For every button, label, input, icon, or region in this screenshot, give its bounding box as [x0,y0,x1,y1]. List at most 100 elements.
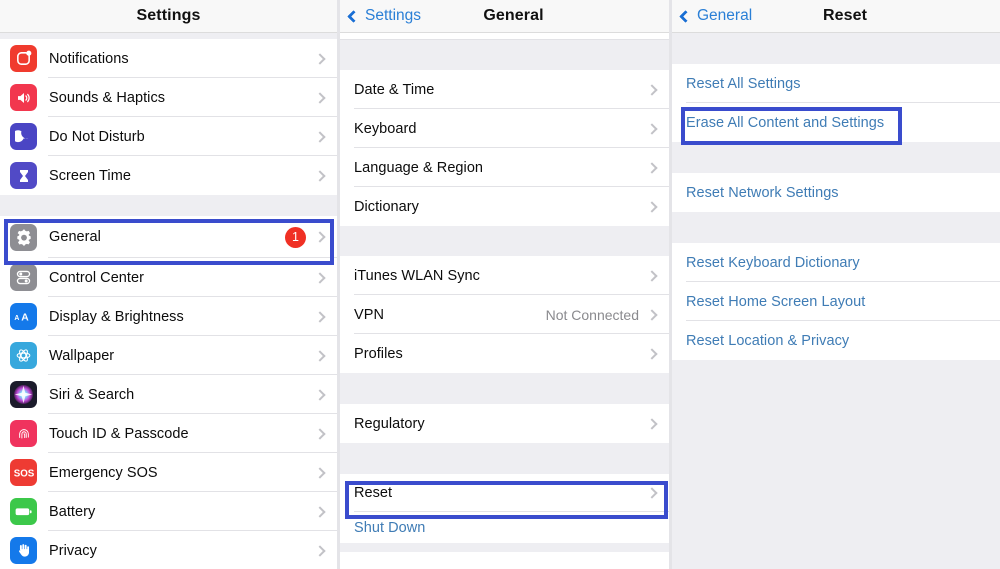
group-spacer [672,212,1000,243]
sidebar-item-siri-search[interactable]: Siri & Search [0,375,337,414]
sidebar-item-label: Sounds & Haptics [49,89,166,106]
sidebar-item-label: General [49,229,101,245]
chevron-right-icon [314,466,326,479]
chevron-right-icon [314,271,326,284]
group-spacer [340,226,669,256]
row-label: Date & Time [354,81,435,98]
siri-icon [10,381,37,408]
general-group-3: Regulatory [340,404,669,443]
general-item-keyboard[interactable]: Keyboard [340,109,669,148]
back-to-general-button[interactable]: General [679,7,753,25]
chevron-right-icon [314,310,326,323]
chevron-right-icon [646,308,658,321]
sidebar-item-screen-time[interactable]: Screen Time [0,156,337,195]
general-item-profiles[interactable]: Profiles [340,334,669,373]
notifications-icon [10,45,37,72]
reset-item-reset-keyboard-dictionary[interactable]: Reset Keyboard Dictionary [672,243,1000,282]
back-to-settings-button[interactable]: Settings [347,7,422,25]
general-group-1: Date & Time Keyboard Language & Region D… [340,70,669,226]
bottom-strip [672,360,1000,569]
back-label: General [697,7,753,24]
row-label: Profiles [354,345,403,362]
reset-item-reset-location-privacy[interactable]: Reset Location & Privacy [672,321,1000,360]
chevron-right-icon [646,347,658,360]
page-title: Settings [136,7,201,24]
general-item-itunes-wlan-sync[interactable]: iTunes WLAN Sync [340,256,669,295]
sidebar-item-notifications[interactable]: Notifications [0,39,337,78]
sidebar-item-sounds-haptics[interactable]: Sounds & Haptics [0,78,337,117]
row-label: VPN [354,306,384,323]
general-item-regulatory[interactable]: Regulatory [340,404,669,443]
row-label: Reset All Settings [686,75,801,92]
general-item-reset[interactable]: Reset [340,474,669,512]
row-label: Reset Location & Privacy [686,332,850,349]
bottom-strip [340,543,669,552]
row-label: Language & Region [354,159,484,176]
chevron-right-icon [314,349,326,362]
chevron-right-icon [314,427,326,440]
row-label: Dictionary [354,198,419,215]
general-item-vpn[interactable]: VPN Not Connected [340,295,669,334]
settings-group-1: Notifications Sounds & Haptics Do Not Di… [0,39,337,195]
chevron-right-icon [646,417,658,430]
sidebar-item-label: Do Not Disturb [49,128,145,145]
row-label: Reset Home Screen Layout [686,293,866,310]
settings-group-2: General 1 Control Center A A Display & B… [0,216,337,569]
row-label: Keyboard [354,120,417,137]
general-item-language-region[interactable]: Language & Region [340,148,669,187]
sidebar-item-general[interactable]: General 1 [0,216,337,258]
reset-group-2: Reset Network Settings [672,173,1000,212]
page-title: Reset [822,7,868,24]
sidebar-item-control-center[interactable]: Control Center [0,258,337,297]
general-item-date-time[interactable]: Date & Time [340,70,669,109]
sidebar-item-do-not-disturb[interactable]: Do Not Disturb [0,117,337,156]
sidebar-item-label: Wallpaper [49,347,115,364]
sidebar-item-label: Emergency SOS [49,464,158,481]
gear-icon [10,223,37,251]
reset-navbar: General Reset [672,0,1000,33]
sidebar-item-emergency-sos[interactable]: SOS Emergency SOS [0,453,337,492]
chevron-right-icon [646,83,658,96]
group-spacer [672,142,1000,173]
chevron-right-icon [646,200,658,213]
sidebar-item-label: Touch ID & Passcode [49,425,189,442]
chevron-right-icon [314,91,326,104]
row-label: Reset Keyboard Dictionary [686,254,860,271]
fingerprint-icon [10,420,37,447]
back-label: Settings [365,7,422,24]
chevron-left-icon [347,9,360,23]
row-label: Erase All Content and Settings [686,114,885,131]
reset-item-reset-network-settings[interactable]: Reset Network Settings [672,173,1000,212]
row-label: Reset Network Settings [686,184,839,201]
svg-text:SOS: SOS [13,468,34,479]
general-item-shut-down[interactable]: Shut Down [340,512,669,543]
group-spacer [0,195,337,216]
vpn-status-value: Not Connected [545,306,639,323]
general-navbar: Settings General [340,0,669,33]
group-spacer [672,33,1000,64]
battery-icon [10,498,37,525]
sidebar-item-battery[interactable]: Battery [0,492,337,531]
sidebar-item-touch-id-passcode[interactable]: Touch ID & Passcode [0,414,337,453]
sidebar-item-wallpaper[interactable]: Wallpaper [0,336,337,375]
sidebar-item-label: Display & Brightness [49,308,184,325]
reset-item-erase-all-content-and-settings[interactable]: Erase All Content and Settings [672,103,1000,142]
sidebar-item-privacy[interactable]: Privacy [0,531,337,569]
sidebar-item-display-brightness[interactable]: A A Display & Brightness [0,297,337,336]
reset-item-reset-all-settings[interactable]: Reset All Settings [672,64,1000,103]
reset-item-reset-home-screen-layout[interactable]: Reset Home Screen Layout [672,282,1000,321]
chevron-right-icon [646,122,658,135]
chevron-right-icon [314,130,326,143]
row-label: iTunes WLAN Sync [354,267,480,284]
sidebar-item-label: Screen Time [49,167,131,184]
chevron-right-icon [314,544,326,557]
general-group-2: iTunes WLAN Sync VPN Not Connected Profi… [340,256,669,373]
group-spacer [340,40,669,70]
chevron-right-icon [646,269,658,282]
chevron-right-icon [314,388,326,401]
moon-icon [10,123,37,150]
status-badge: 1 [285,226,306,248]
general-item-dictionary[interactable]: Dictionary [340,187,669,226]
page-title: General [483,7,544,24]
group-spacer [340,443,669,474]
